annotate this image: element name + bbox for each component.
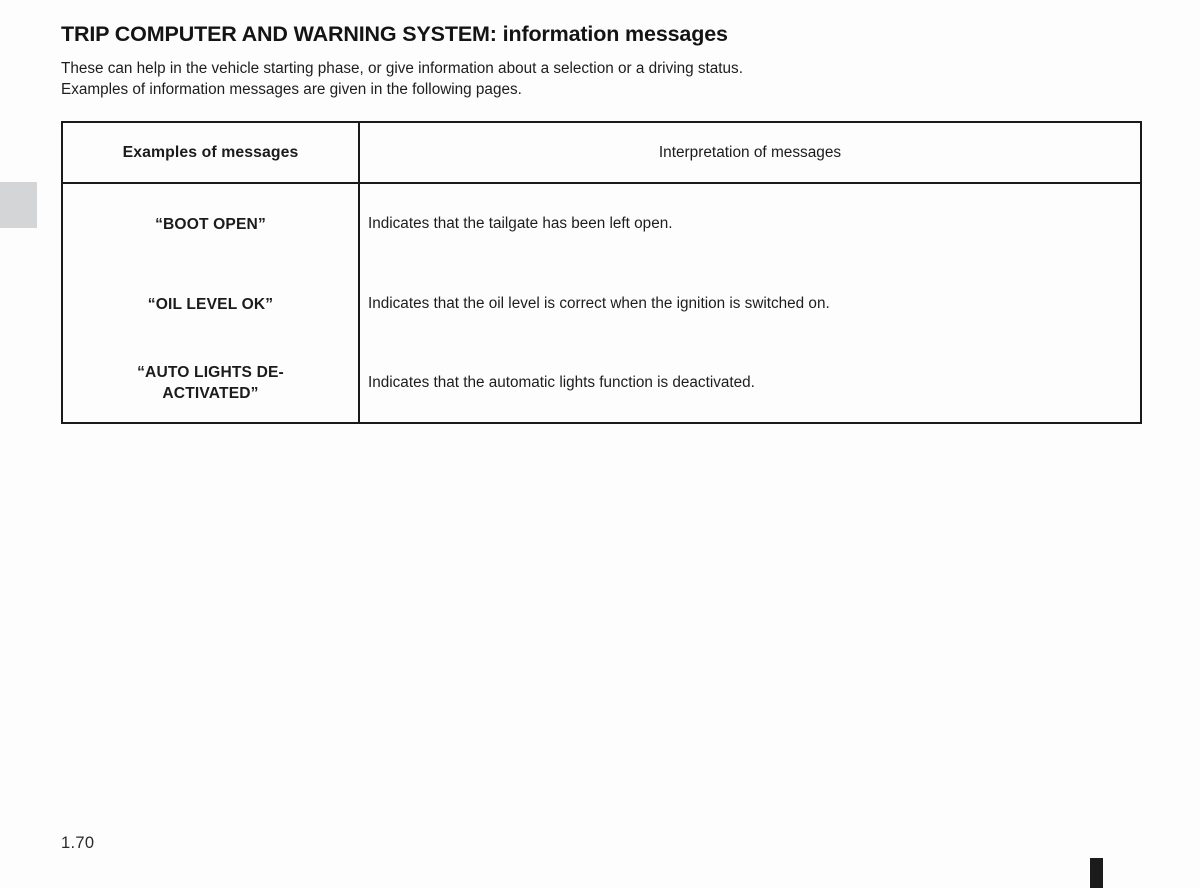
chapter-index-tab — [0, 182, 37, 228]
page-title: TRIP COMPUTER AND WARNING SYSTEM: inform… — [61, 22, 728, 46]
message-interpretation: Indicates that the oil level is correct … — [368, 295, 830, 312]
message-label: “AUTO LIGHTS DE- ACTIVATED” — [62, 344, 360, 423]
message-label-line-1: “AUTO LIGHTS DE- — [137, 364, 284, 381]
intro-paragraph: These can help in the vehicle starting p… — [61, 47, 1140, 100]
table-row: “OIL LEVEL OK” Indicates that the oil le… — [62, 264, 1141, 344]
column-header-interpretation: Interpretation of messages — [359, 122, 1141, 184]
column-header-messages: Examples of messages — [62, 122, 360, 184]
message-label-line-2: ACTIVATED” — [162, 385, 259, 402]
message-interpretation: Indicates that the automatic lights func… — [368, 374, 755, 391]
message-label: “BOOT OPEN” — [62, 183, 360, 264]
table-row: “BOOT OPEN” Indicates that the tailgate … — [62, 183, 1141, 264]
section-edge-marker — [1090, 858, 1103, 888]
message-interpretation: Indicates that the tailgate has been lef… — [368, 215, 673, 232]
intro-line-2: Examples of information messages are giv… — [61, 80, 522, 98]
page-number: 1.70 — [61, 834, 95, 852]
page-content: TRIP COMPUTER AND WARNING SYSTEM: inform… — [61, 0, 1142, 424]
intro-line-1: These can help in the vehicle starting p… — [61, 60, 743, 77]
table-header: Examples of messages Interpretation of m… — [62, 122, 1141, 184]
table-body: “BOOT OPEN” Indicates that the tailgate … — [62, 183, 1141, 423]
information-messages-table: Examples of messages Interpretation of m… — [61, 121, 1142, 424]
message-label: “OIL LEVEL OK” — [62, 264, 360, 344]
table-row: “AUTO LIGHTS DE- ACTIVATED” Indicates th… — [62, 344, 1141, 423]
table-header-row: Examples of messages Interpretation of m… — [62, 122, 1141, 184]
